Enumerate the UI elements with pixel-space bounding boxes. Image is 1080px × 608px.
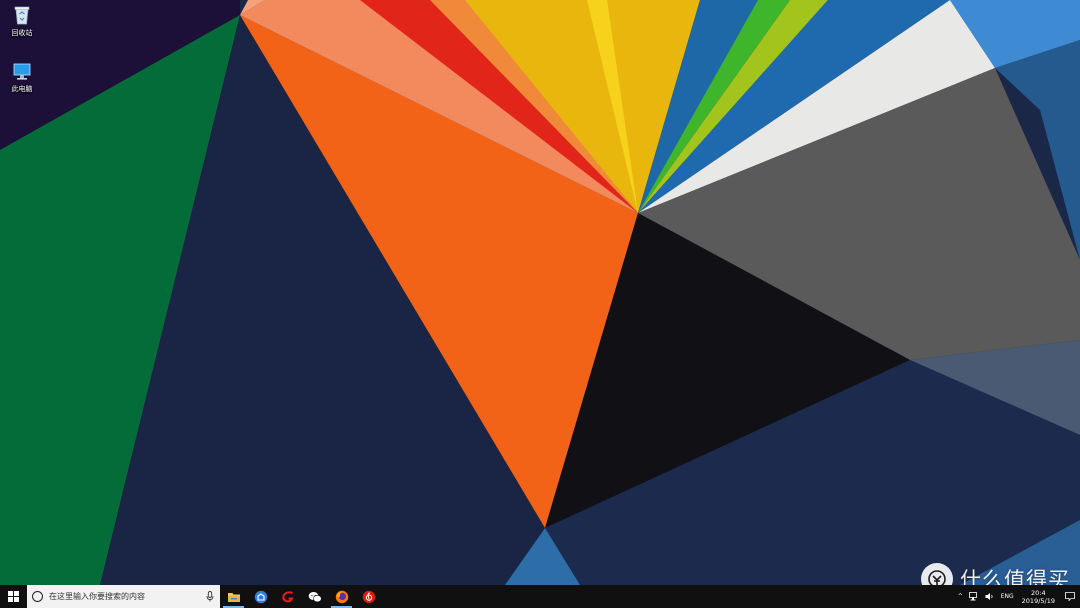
folder-icon — [227, 592, 240, 602]
notification-icon — [1065, 592, 1075, 601]
blue-browser-icon — [254, 590, 267, 603]
netease-music-icon — [362, 590, 375, 603]
network-button[interactable] — [966, 585, 982, 608]
language-button[interactable]: ENG — [998, 585, 1017, 608]
search-input[interactable]: 在这里输入你要搜索的内容 — [27, 585, 220, 608]
desktop-icon-label: 回收站 — [11, 29, 33, 37]
chevron-up-icon: ^ — [957, 593, 963, 600]
wechat-icon — [308, 591, 322, 602]
clock-time: 20:4 — [1031, 588, 1046, 597]
this-pc-icon — [13, 63, 31, 80]
taskbar-app-file-explorer[interactable] — [220, 585, 247, 608]
search-placeholder: 在这里输入你要搜索的内容 — [49, 592, 145, 601]
desktop-icon-label: 此电脑 — [11, 85, 33, 93]
language-indicator: ENG — [1000, 593, 1014, 600]
volume-button[interactable] — [982, 585, 998, 608]
recycle-bin-icon — [14, 6, 30, 25]
red-swirl-icon — [281, 590, 294, 602]
firefox-icon — [335, 590, 348, 603]
tray-overflow-button[interactable]: ^ — [955, 585, 966, 608]
start-button[interactable] — [0, 585, 27, 608]
clock-date: 2019/5/19 — [1021, 596, 1055, 605]
taskbar-app-wechat[interactable] — [301, 585, 328, 608]
action-center-button[interactable] — [1060, 585, 1080, 608]
taskbar: 在这里输入你要搜索的内容 ^ ENG 20:4 2019/5/19 — [0, 585, 1080, 608]
taskbar-app-netease-music[interactable] — [355, 585, 382, 608]
network-icon — [968, 592, 977, 601]
microphone-icon[interactable] — [206, 591, 214, 602]
windows-logo-icon — [8, 591, 19, 602]
speaker-icon — [985, 593, 993, 600]
system-tray: ^ ENG 20:4 2019/5/19 — [955, 585, 1080, 608]
taskbar-app-red[interactable] — [274, 585, 301, 608]
desktop-icon-this-pc[interactable]: 此电脑 — [2, 60, 42, 94]
taskbar-app-firefox[interactable] — [328, 585, 355, 608]
desktop-icon-recycle-bin[interactable]: 回收站 — [2, 4, 42, 38]
cortana-ring-icon — [32, 591, 43, 602]
clock[interactable]: 20:4 2019/5/19 — [1017, 585, 1060, 608]
taskbar-app-blue-browser[interactable] — [247, 585, 274, 608]
desktop-wallpaper — [0, 0, 1080, 585]
